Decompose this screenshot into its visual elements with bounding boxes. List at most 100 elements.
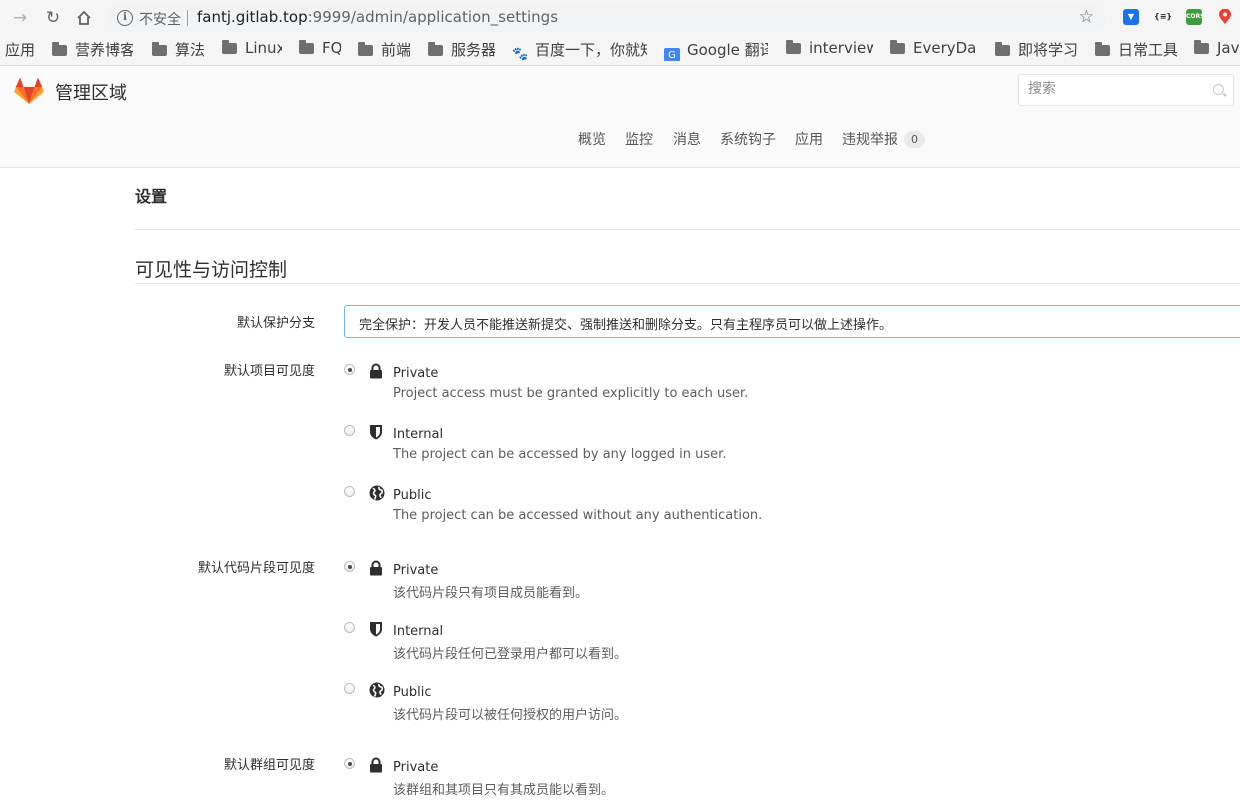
folder-icon [222,40,237,54]
group-visibility-label: 默认群组可见度 [223,758,315,773]
group-private-desc: 该群组和其项目只有其成员能以看到。 [393,783,615,798]
info-icon[interactable]: i [117,10,133,26]
snippet-private-label[interactable]: Private [393,563,438,578]
bookmark-folder[interactable]: 日常工具 [1095,39,1177,61]
snippet-internal-desc: 该代码片段任何已登录用户都可以看到。 [393,647,628,662]
url-text[interactable]: fantj.gitlab.top:9999/admin/application_… [197,8,558,26]
url-divider [187,10,188,26]
bookmark-label: 前端 [381,41,410,59]
bookmark-apps[interactable]: 应用 [5,39,35,61]
extension-download-icon[interactable]: ▼ [1123,9,1139,25]
folder-icon [358,42,373,56]
branch-protection-select[interactable]: 完全保护：开发人员不能推送新提交、强制推送和删除分支。只有主程序员可以做上述操作… [344,305,1240,338]
globe-icon [369,682,385,698]
bookmark-folder[interactable]: 即将学习 [995,39,1077,61]
folder-icon [1194,40,1209,54]
folder-icon [890,40,905,54]
bookmark-label: 算法 [175,41,204,59]
folder-icon [786,40,801,54]
bookmark-label: 百度一下，你就知 [535,41,647,59]
project-public-desc: The project can be accessed without any … [393,508,763,523]
search-box[interactable] [1018,74,1234,106]
url-host: fantj.gitlab.top [197,8,308,26]
snippet-internal-radio[interactable] [344,622,355,633]
project-private-radio[interactable] [344,364,355,375]
abuse-count-badge: 0 [904,131,925,148]
project-public-radio[interactable] [344,486,355,497]
gitlab-logo-icon[interactable] [14,77,44,105]
bookmark-folder[interactable]: 算法 [152,39,204,61]
bookmark-label: Linux [245,39,282,57]
group-private-label[interactable]: Private [393,760,438,775]
project-private-label[interactable]: Private [393,366,438,381]
extension-map-pin-icon[interactable] [1217,8,1233,25]
home-icon[interactable] [72,6,96,30]
folder-icon [1095,42,1110,56]
header-title: 管理区域 [55,83,127,104]
shield-icon [370,425,382,440]
snippet-public-label[interactable]: Public [393,685,431,700]
forward-icon[interactable]: → [8,6,32,30]
tab-overview[interactable]: 概览 [578,129,606,149]
shield-icon [370,622,382,637]
project-public-label[interactable]: Public [393,488,431,503]
bookmark-folder[interactable]: FQ [299,39,341,61]
project-internal-radio[interactable] [344,425,355,436]
bookmark-label: Google 翻译 [687,41,768,59]
snippet-public-desc: 该代码片段可以被任何授权的用户访问。 [393,708,628,723]
tab-monitoring[interactable]: 监控 [625,129,653,149]
insecure-label: 不安全 [139,12,181,28]
bookmark-folder[interactable]: 前端 [358,39,410,61]
lock-icon [370,363,382,379]
folder-icon [299,40,314,54]
folder-icon [52,42,67,56]
bookmark-label: 即将学习 [1018,41,1077,59]
bookmark-folder[interactable]: 服务器 [428,39,495,61]
admin-header: 管理区域 概览 监控 消息 系统钩子 应用 违规举报 0 [0,66,1240,168]
lock-icon [370,757,382,773]
reload-icon[interactable]: ↻ [41,6,65,30]
bookmark-star-icon[interactable]: ☆ [1079,7,1094,27]
project-private-desc: Project access must be granted explicitl… [393,386,749,401]
tab-applications[interactable]: 应用 [795,129,823,149]
admin-nav: 概览 监控 消息 系统钩子 应用 违规举报 0 [0,129,1240,153]
tab-system-hooks[interactable]: 系统钩子 [720,129,776,149]
bookmark-label: 应用 [5,41,35,59]
folder-icon [152,42,167,56]
group-private-radio[interactable] [344,758,355,769]
bookmark-label: EveryDay [913,39,977,57]
translate-icon: G [664,48,680,61]
project-internal-desc: The project can be accessed by any logge… [393,447,727,462]
bookmark-label: interview [809,39,873,57]
project-internal-label[interactable]: Internal [393,427,443,442]
bookmark-google-translate[interactable]: G Google 翻译 [664,39,768,61]
branch-protection-label: 默认保护分支 [236,316,315,331]
folder-icon [428,42,443,56]
bookmark-label: FQ [322,39,341,57]
bookmark-folder[interactable]: Java [1194,39,1240,61]
bookmark-folder[interactable]: interview [786,39,873,61]
extension-cors-icon[interactable]: CORS [1186,9,1204,25]
snippet-internal-label[interactable]: Internal [393,624,443,639]
snippet-visibility-label: 默认代码片段可见度 [197,561,315,576]
paw-icon: 🐾 [512,47,529,61]
bookmark-folder[interactable]: EveryDay [890,39,977,61]
snippet-public-radio[interactable] [344,683,355,694]
bookmark-baidu[interactable]: 🐾 百度一下，你就知 [512,39,647,61]
tab-abuse-reports[interactable]: 违规举报 0 [842,129,925,149]
bookmark-label: 服务器 [451,41,495,59]
url-path: :9999/admin/application_settings [307,8,559,26]
divider [135,283,1240,284]
extension-json-icon[interactable]: {≡} [1154,9,1172,25]
section-title: 可见性与访问控制 [135,259,288,281]
search-icon[interactable] [1213,84,1224,95]
project-visibility-label: 默认项目可见度 [223,364,315,379]
bookmark-folder[interactable]: 营养博客 [52,39,133,61]
page-title: 设置 [135,187,168,206]
snippet-private-radio[interactable] [344,561,355,572]
address-bar[interactable]: i 不安全 fantj.gitlab.top:9999/admin/applic… [107,4,1106,32]
search-input[interactable] [1019,75,1198,103]
tab-messages[interactable]: 消息 [673,129,701,149]
divider [135,229,1240,230]
bookmark-folder[interactable]: Linux [222,39,282,61]
